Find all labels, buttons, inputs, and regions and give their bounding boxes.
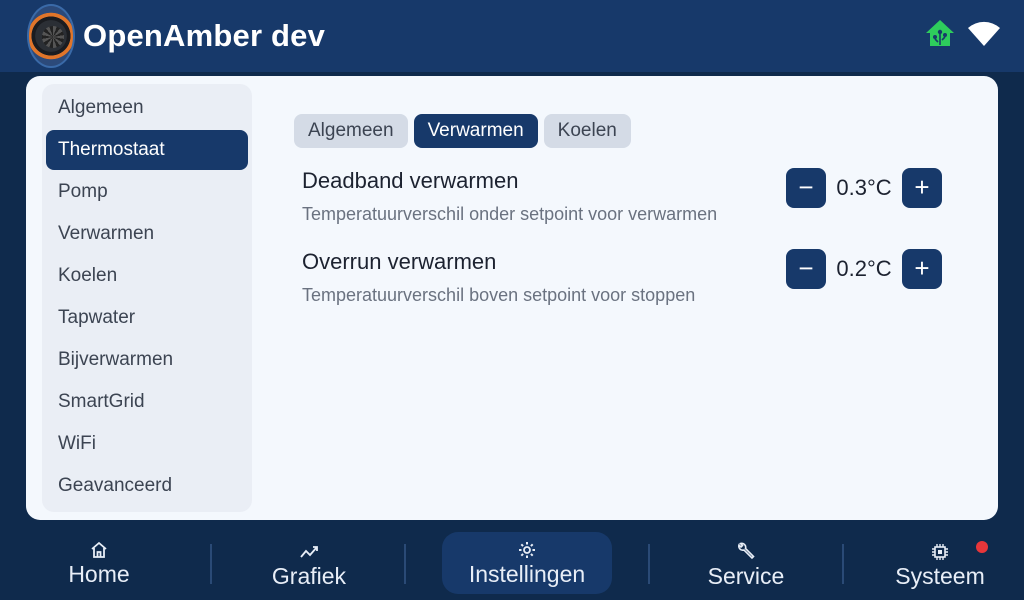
settings-card: Algemeen Thermostaat Pomp Verwarmen Koel…	[26, 76, 998, 520]
sidebar-item-geavanceerd[interactable]: Geavanceerd	[46, 466, 248, 506]
sidebar-item-bijverwarmen[interactable]: Bijverwarmen	[46, 340, 248, 380]
setting-label: Overrun verwarmen	[302, 249, 497, 274]
nav-label: Service	[707, 563, 785, 589]
bottom-nav: Home Grafiek Instellingen Service Systee…	[0, 520, 1024, 600]
chip-icon	[930, 542, 950, 562]
increase-button[interactable]: +	[902, 168, 942, 208]
tab-bar: Algemeen Verwarmen Koelen	[294, 114, 631, 148]
setting-deadband-verwarmen: Deadband verwarmen Temperatuurverschil o…	[302, 168, 962, 238]
setting-description: Temperatuurverschil boven setpoint voor …	[302, 285, 696, 305]
decrease-button[interactable]: −	[786, 249, 826, 289]
nav-home[interactable]: Home	[30, 532, 168, 594]
nav-label: Systeem	[895, 563, 985, 589]
overrun-stepper: − 0.2°C +	[786, 249, 942, 289]
sidebar-item-verwarmen[interactable]: Verwarmen	[46, 214, 248, 254]
sidebar-item-tapwater[interactable]: Tapwater	[46, 298, 248, 338]
tab-verwarmen[interactable]: Verwarmen	[413, 114, 538, 148]
sidebar-item-koelen[interactable]: Koelen	[46, 256, 248, 296]
setting-value: 0.3°C	[836, 175, 892, 200]
home-icon	[89, 540, 109, 560]
deadband-stepper: − 0.3°C +	[786, 168, 942, 208]
nav-grafiek[interactable]: Grafiek	[240, 534, 378, 596]
sidebar-item-wifi[interactable]: WiFi	[46, 424, 248, 464]
tab-koelen[interactable]: Koelen	[543, 114, 631, 148]
setting-overrun-verwarmen: Overrun verwarmen Temperatuurverschil bo…	[302, 249, 962, 319]
sidebar-item-thermostaat[interactable]: Thermostaat	[46, 130, 248, 170]
setting-description: Temperatuurverschil onder setpoint voor …	[302, 204, 718, 224]
sidebar: Algemeen Thermostaat Pomp Verwarmen Koel…	[42, 84, 252, 512]
setting-value: 0.2°C	[836, 256, 892, 281]
wifi-icon[interactable]	[966, 18, 1002, 53]
nav-divider	[648, 544, 650, 584]
nav-divider	[842, 544, 844, 584]
nav-label: Grafiek	[271, 563, 347, 589]
nav-divider	[404, 544, 406, 584]
nav-divider	[210, 544, 212, 584]
nav-service[interactable]: Service	[676, 534, 816, 596]
nav-label: Instellingen	[468, 561, 586, 587]
sidebar-item-smartgrid[interactable]: SmartGrid	[46, 382, 248, 422]
nav-label: Home	[68, 561, 130, 587]
app-title: OpenAmber dev	[83, 18, 326, 53]
decrease-button[interactable]: −	[786, 168, 826, 208]
app-logo	[27, 4, 75, 68]
status-icons	[924, 18, 1002, 53]
gear-icon	[517, 540, 537, 560]
chart-icon	[299, 542, 319, 562]
nav-instellingen[interactable]: Instellingen	[442, 532, 612, 594]
nav-systeem[interactable]: Systeem	[870, 534, 1010, 596]
sidebar-item-pomp[interactable]: Pomp	[46, 172, 248, 212]
increase-button[interactable]: +	[902, 249, 942, 289]
app-header: OpenAmber dev	[0, 0, 1024, 72]
setting-label: Deadband verwarmen	[302, 168, 519, 193]
fan-icon	[42, 26, 64, 48]
sidebar-item-algemeen[interactable]: Algemeen	[46, 88, 248, 128]
tab-algemeen[interactable]: Algemeen	[294, 114, 408, 148]
home-assistant-icon[interactable]	[924, 18, 956, 53]
wrench-icon	[736, 542, 756, 562]
alert-dot	[976, 541, 988, 553]
